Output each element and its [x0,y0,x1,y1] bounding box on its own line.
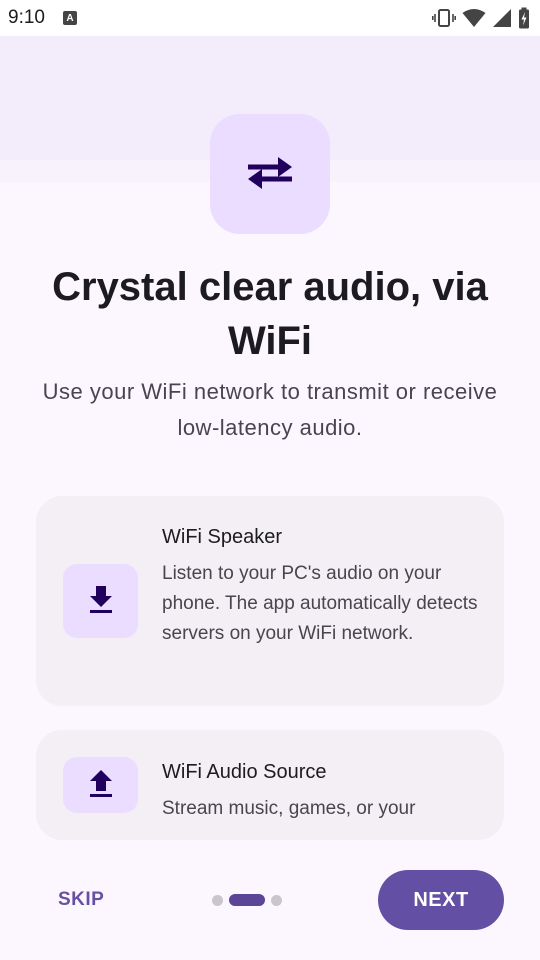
wifi-audio-source-card[interactable]: WiFi Audio Source Stream music, games, o… [36,730,504,840]
skip-button[interactable]: SKIP [44,882,118,918]
card-description: Listen to your PC's audio on your phone.… [162,563,478,644]
status-bar: 9:10 A [0,0,540,36]
signal-icon [492,8,512,28]
card-description: Stream music, games, or your [162,798,416,819]
wifi-speaker-card[interactable]: WiFi Speaker Listen to your PC's audio o… [36,496,504,706]
next-button[interactable]: NEXT [378,870,504,930]
card-title: WiFi Audio Source [162,761,327,783]
page-dot [271,894,282,906]
download-icon [87,584,115,619]
page-indicator [212,894,282,906]
status-time: 9:10 [8,7,45,28]
upload-icon [87,768,115,803]
hero-icon-container [210,114,330,234]
text-a-icon: A [62,11,77,25]
swap-arrows-icon [244,152,296,197]
status-left: 9:10 A [8,7,77,29]
card-title: WiFi Speaker [162,526,283,548]
bottom-navigation: SKIP NEXT [0,860,540,940]
status-icons [432,7,530,29]
wifi-icon [462,8,486,28]
card-icon-container [63,757,138,813]
card-icon-container [63,564,138,638]
page-dot-active [229,894,265,906]
page-title: Crystal clear audio, via WiFi [52,265,488,363]
page-subtitle: Use your WiFi network to transmit or rec… [42,379,498,440]
battery-charging-icon [518,7,530,29]
vibrate-icon [432,8,456,28]
page-dot [212,894,223,906]
